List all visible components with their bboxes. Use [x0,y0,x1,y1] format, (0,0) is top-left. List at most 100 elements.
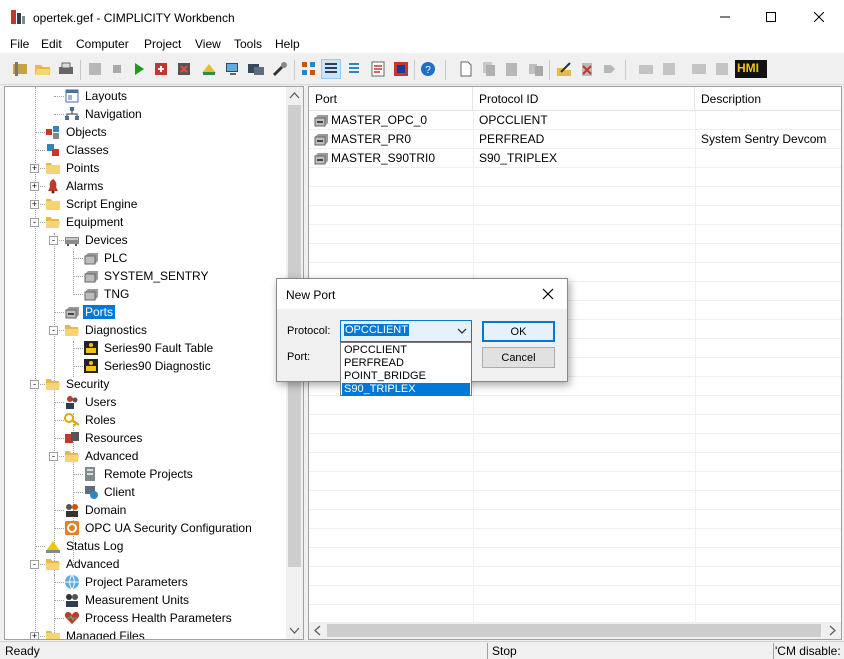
remote-button[interactable] [247,60,265,78]
list-horizontal-scrollbar[interactable] [309,622,841,639]
tree-item-equipment[interactable]: Equipment [45,213,125,231]
properties-button[interactable] [392,60,410,78]
disabled-action-1-button[interactable] [637,60,655,78]
new-project-button[interactable] [11,60,29,78]
dialog-close-button[interactable] [541,287,555,301]
run-setup-button[interactable] [86,60,104,78]
maximize-button[interactable] [748,6,794,28]
tree-item-series90-diagnostic[interactable]: Series90 Diagnostic [83,357,213,375]
configuration-update-button[interactable] [153,60,171,78]
open-project-button[interactable] [34,60,52,78]
scroll-up-icon[interactable] [286,87,303,104]
tree-item-process-health-parameters[interactable]: Process Health Parameters [64,609,234,627]
collapse-icon[interactable]: - [49,326,58,335]
menu-view[interactable]: View [195,37,221,51]
tree-item-series90-fault-table[interactable]: Series90 Fault Table [83,339,215,357]
column-header-protocol-id[interactable]: Protocol ID [473,87,695,111]
scroll-right-icon[interactable] [824,622,841,639]
tree-item-remote-projects[interactable]: Remote Projects [83,465,195,483]
tree-item-measurement-units[interactable]: Measurement Units [64,591,191,609]
expand-icon[interactable]: + [30,164,39,173]
tree-item-status-log[interactable]: Status Log [45,537,125,555]
collapse-icon[interactable]: - [30,560,39,569]
run-button[interactable] [130,60,148,78]
new-item-button[interactable] [457,60,475,78]
minimize-button[interactable] [702,6,748,28]
protocol-option-opcclient[interactable]: OPCCLIENT [342,344,470,357]
expand-icon[interactable]: + [30,632,39,639]
protocol-dropdown[interactable]: OPCCLIENT [340,320,472,342]
close-button[interactable] [796,6,842,28]
expand-icon[interactable]: + [30,200,39,209]
tree-item-layouts[interactable]: Layouts [64,87,129,105]
dynamic-config-button[interactable] [176,60,194,78]
settings-button[interactable] [271,60,289,78]
collapse-icon[interactable]: - [49,236,58,245]
view-report-button[interactable] [369,60,387,78]
forward-button[interactable] [601,60,619,78]
table-row[interactable]: MASTER_PR0 PERFREAD System Sentry Devcom [309,130,841,149]
menu-computer[interactable]: Computer [76,37,129,51]
collapse-icon[interactable]: - [30,380,39,389]
view-large-icons-button[interactable] [300,60,318,78]
tree-item-script-engine[interactable]: Script Engine [45,195,139,213]
disabled-action-3-button[interactable] [690,60,708,78]
tree-item-opc-ua-security-configuration[interactable]: OPC UA Security Configuration [64,519,254,537]
tree-item-system-sentry[interactable]: SYSTEM_SENTRY [83,267,210,285]
build-button[interactable] [200,60,218,78]
hmi-button[interactable]: HMI [735,60,767,78]
tree-item-ports[interactable]: Ports [64,303,116,321]
tree-item-resources[interactable]: Resources [64,429,144,447]
tree-item-diagnostics[interactable]: Diagnostics [64,321,149,339]
view-list-button[interactable] [345,60,363,78]
menu-edit[interactable]: Edit [41,37,62,51]
ok-button[interactable]: OK [482,321,555,342]
collapse-icon[interactable]: - [49,452,58,461]
menu-tools[interactable]: Tools [234,37,262,51]
tree-item-roles[interactable]: Roles [64,411,118,429]
tree-item-client[interactable]: Client [83,483,137,501]
copy-button[interactable] [480,60,498,78]
protocol-option-perfread[interactable]: PERFREAD [342,357,470,370]
delete-button[interactable] [578,60,596,78]
cancel-button[interactable]: Cancel [482,347,555,368]
disabled-action-4-button[interactable] [713,60,731,78]
tree-item-classes[interactable]: Classes [45,141,111,159]
expand-icon[interactable]: + [30,182,39,191]
table-row[interactable]: MASTER_S90TRI0 S90_TRIPLEX [309,149,841,168]
duplicate-button[interactable] [527,60,545,78]
tree-item-project-parameters[interactable]: Project Parameters [64,573,190,591]
edit-button[interactable] [555,60,573,78]
protocol-option-point-bridge[interactable]: POINT_BRIDGE [342,370,470,383]
paste-button[interactable] [503,60,521,78]
menu-file[interactable]: File [10,37,29,51]
print-button[interactable] [57,60,75,78]
protocol-option-s90-triplex[interactable]: S90_TRIPLEX [342,383,470,396]
tree-item-alarms[interactable]: Alarms [45,177,105,195]
tree-item-managed-files[interactable]: Managed Files [45,627,147,639]
scroll-left-icon[interactable] [309,622,326,639]
stop-button[interactable] [108,60,126,78]
help-button[interactable]: ? [419,60,437,78]
tree-item-advanced[interactable]: Advanced [64,447,140,465]
tree-item-domain[interactable]: Domain [64,501,128,519]
tree-item-security[interactable]: Security [45,375,111,393]
column-header-port[interactable]: Port [309,87,473,111]
tree-item-points[interactable]: Points [45,159,101,177]
tree-item-navigation[interactable]: Navigation [64,105,144,123]
menu-help[interactable]: Help [275,37,300,51]
collapse-icon[interactable]: - [30,218,39,227]
column-header-description[interactable]: Description [695,87,841,111]
tree-item-advanced[interactable]: Advanced [45,555,121,573]
cimplicity-app-icon[interactable] [10,9,26,25]
scroll-down-icon[interactable] [286,622,303,639]
table-row[interactable]: MASTER_OPC_0 OPCCLIENT [309,111,841,130]
tree-item-users[interactable]: Users [64,393,118,411]
tree-item-tng[interactable]: TNG [83,285,131,303]
tree-item-objects[interactable]: Objects [45,123,109,141]
tree-item-devices[interactable]: Devices [64,231,130,249]
tree-item-plc[interactable]: PLC [83,249,129,267]
menu-project[interactable]: Project [144,37,181,51]
computer-button[interactable] [224,60,242,78]
list-scroll-thumb[interactable] [327,624,821,637]
